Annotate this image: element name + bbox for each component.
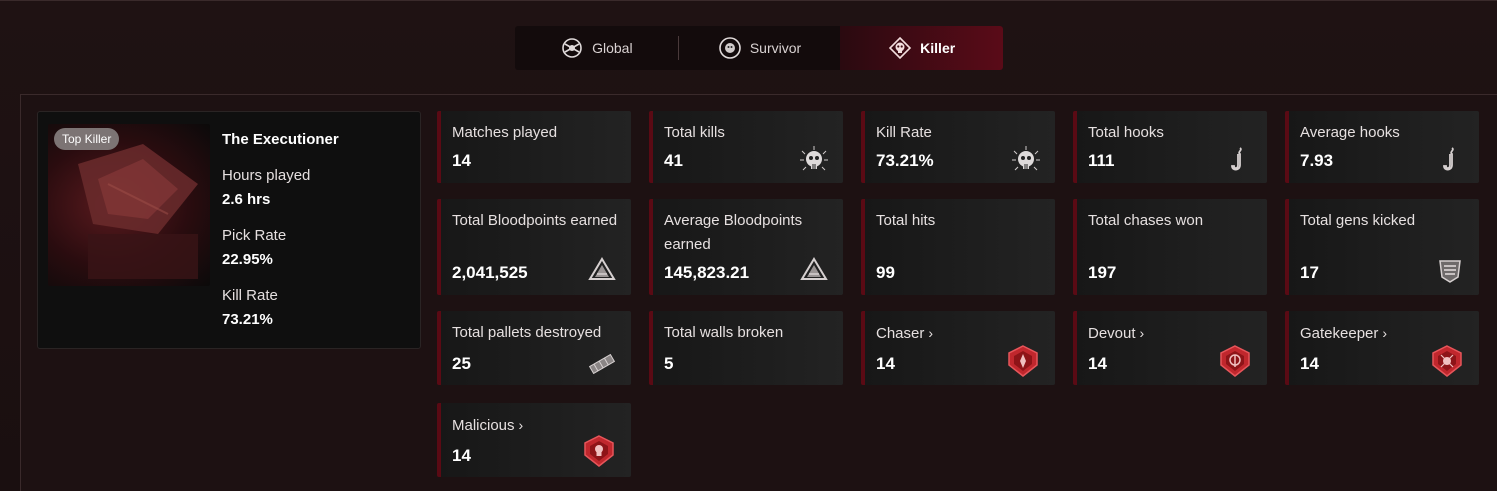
stat-label: Kill Rate <box>876 124 932 141</box>
emblem-icon <box>1217 343 1253 379</box>
hours-played-label: Hours played <box>222 167 311 184</box>
stat-value: 2,041,525 <box>452 263 528 282</box>
stat-card-total-chases-won: Total chases won 197 <box>1073 199 1267 295</box>
stat-value: 5 <box>664 354 674 373</box>
bloodpoints-icon <box>799 255 829 285</box>
bloodpoints-icon <box>587 255 617 285</box>
top-killer-card[interactable]: Top Killer The Executioner Hours played … <box>37 111 421 349</box>
mode-tabs: Global Survivor Killer <box>515 26 1003 70</box>
stat-label: Total walls broken <box>664 324 784 341</box>
chevron-right-icon: › <box>1382 325 1388 341</box>
emblem-name: Malicious <box>452 417 515 434</box>
stat-label: Total pallets destroyed <box>452 324 602 341</box>
emblem-name: Chaser <box>876 325 925 342</box>
emblem-icon <box>1005 343 1041 379</box>
chevron-right-icon: › <box>928 325 934 341</box>
chevron-right-icon: › <box>518 417 524 433</box>
stat-value: 73.21% <box>876 151 934 170</box>
stat-card-devout[interactable]: Devout › 14 <box>1073 311 1267 385</box>
hook-icon <box>1223 145 1253 175</box>
killer-icon <box>888 36 912 60</box>
hours-played-value: 2.6 hrs <box>222 191 271 208</box>
stat-card-chaser[interactable]: Chaser › 14 <box>861 311 1055 385</box>
stat-value: 7.93 <box>1300 151 1334 170</box>
tab-survivor-label: Survivor <box>749 40 802 56</box>
pick-rate-label: Pick Rate <box>222 227 287 244</box>
stat-value: 111 <box>1088 151 1115 170</box>
stat-value: 145,823.21 <box>664 263 750 282</box>
emblem-icon <box>1429 343 1465 379</box>
generator-icon <box>1435 255 1465 285</box>
stat-label: Total hooks <box>1088 124 1164 141</box>
stat-label: Total chases won <box>1088 212 1204 229</box>
stat-value: 14 <box>1300 354 1319 373</box>
survivor-icon <box>718 36 742 60</box>
hook-icon <box>1435 145 1465 175</box>
pick-rate-value: 22.95% <box>222 251 273 268</box>
tab-survivor[interactable]: Survivor <box>679 26 841 70</box>
pallet-icon <box>587 349 617 379</box>
stat-value: 14 <box>1088 354 1107 373</box>
stat-label: Total Bloodpoints earned <box>452 212 618 229</box>
stat-value: 17 <box>1300 263 1319 282</box>
stat-label: Total kills <box>664 124 725 141</box>
tab-killer-label: Killer <box>920 40 956 56</box>
kill-rate-value: 73.21% <box>222 311 273 328</box>
global-icon <box>560 36 584 60</box>
top-killer-badge: Top Killer <box>54 128 120 150</box>
stat-value: 25 <box>452 354 471 373</box>
emblem-icon <box>581 433 617 469</box>
stat-value: 99 <box>876 263 895 282</box>
tab-global[interactable]: Global <box>515 26 678 70</box>
stat-label: Matches played <box>452 124 558 141</box>
skull-icon <box>799 145 829 175</box>
stat-card-walls-broken: Total walls broken 5 <box>649 311 843 385</box>
stat-label: Total gens kicked <box>1300 212 1416 229</box>
stat-card-total-hooks: Total hooks 111 <box>1073 111 1267 183</box>
stat-value: 14 <box>452 151 471 170</box>
stat-card-total-bloodpoints: Total Bloodpoints earned 2,041,525 <box>437 199 631 295</box>
killer-name: The Executioner <box>222 131 339 148</box>
stat-value: 197 <box>1088 263 1117 282</box>
stat-value: 14 <box>876 354 895 373</box>
kill-rate-label: Kill Rate <box>222 287 278 304</box>
stat-label: Average hooks <box>1300 124 1400 141</box>
skull-icon <box>1011 145 1041 175</box>
tab-killer[interactable]: Killer <box>840 26 1003 70</box>
top-divider <box>0 0 1497 1</box>
stat-card-average-hooks: Average hooks 7.93 <box>1285 111 1479 183</box>
stat-card-total-kills: Total kills 41 <box>649 111 843 183</box>
stat-card-total-gens-kicked: Total gens kicked 17 <box>1285 199 1479 295</box>
emblem-name: Gatekeeper <box>1300 325 1379 342</box>
chevron-right-icon: › <box>1139 325 1145 341</box>
stat-label: Total hits <box>876 212 936 229</box>
stat-value: 41 <box>664 151 683 170</box>
stat-label: Average Bloodpoints earned <box>664 212 803 253</box>
stat-card-malicious[interactable]: Malicious › 14 <box>437 403 631 477</box>
stat-card-gatekeeper[interactable]: Gatekeeper › 14 <box>1285 311 1479 385</box>
stat-card-pallets-destroyed: Total pallets destroyed 25 <box>437 311 631 385</box>
stat-card-total-hits: Total hits 99 <box>861 199 1055 295</box>
stat-card-kill-rate: Kill Rate 73.21% <box>861 111 1055 183</box>
tab-global-label: Global <box>592 40 633 56</box>
stat-value: 14 <box>452 446 471 465</box>
stat-card-matches-played: Matches played 14 <box>437 111 631 183</box>
stat-card-average-bloodpoints: Average Bloodpoints earned 145,823.21 <box>649 199 843 295</box>
emblem-name: Devout <box>1088 325 1136 342</box>
